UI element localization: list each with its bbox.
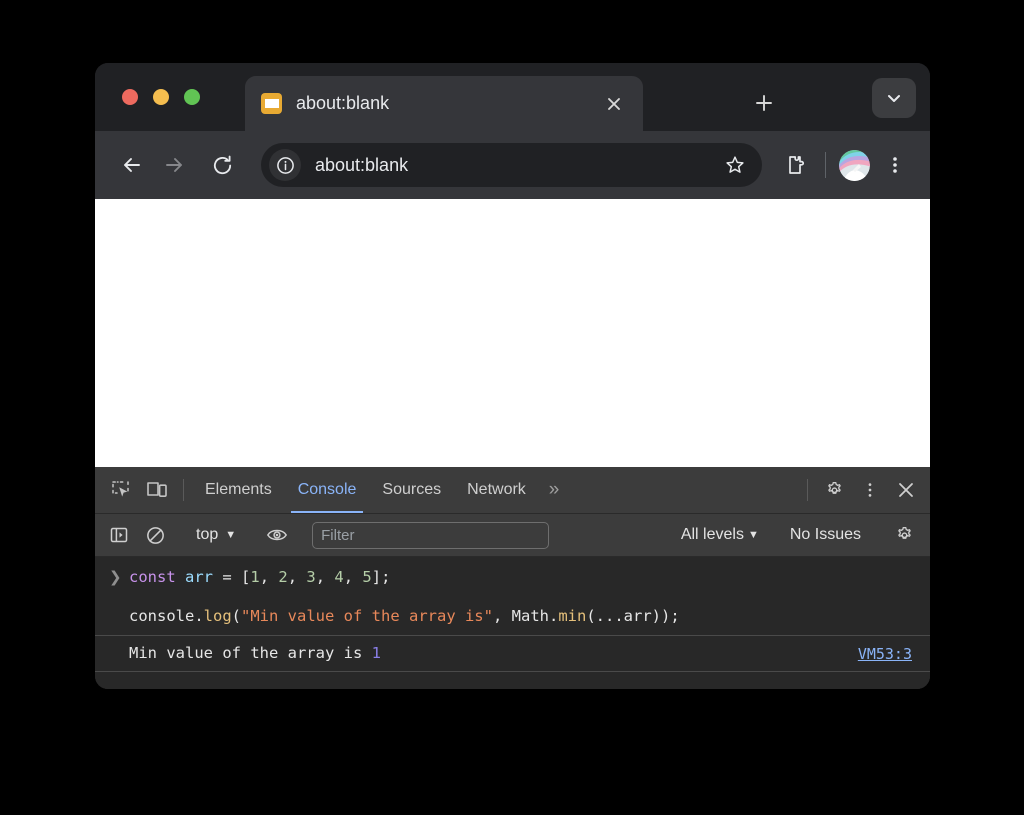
tab-close-icon[interactable]: [597, 87, 631, 121]
devtools-tab-network[interactable]: Network: [454, 467, 539, 513]
live-expression-eye-icon[interactable]: [259, 526, 295, 544]
window-close-button[interactable]: [122, 89, 138, 105]
devtools-more-tabs-icon[interactable]: »: [539, 467, 570, 513]
toolbar-divider: [825, 152, 826, 178]
console-input-row-2[interactable]: console.log("Min value of the array is",…: [95, 594, 930, 635]
chevron-down-icon: ▼: [225, 529, 237, 541]
screenshot-root: about:blank about:blank Elements Console…: [0, 0, 1024, 815]
settings-gear-icon[interactable]: [816, 467, 852, 513]
tabbar-divider-right: [807, 479, 808, 501]
console-toolbar: top ▼ All levels ▼: [95, 514, 930, 557]
browser-tab-about-blank[interactable]: about:blank: [245, 76, 643, 131]
console-context-selector[interactable]: top ▼: [190, 526, 242, 544]
console-filter-input[interactable]: [312, 521, 550, 549]
address-bar-input[interactable]: about:blank: [315, 155, 718, 176]
devtools-tab-console[interactable]: Console: [285, 467, 370, 513]
devtools-tab-elements[interactable]: Elements: [192, 467, 285, 513]
console-input-code-1: const arr = [1, 2, 3, 4, 5];: [129, 568, 391, 586]
window-minimize-button[interactable]: [153, 89, 169, 105]
new-tab-button[interactable]: [745, 84, 783, 122]
devtools-tab-label: Network: [467, 481, 526, 498]
clear-console-icon[interactable]: [137, 525, 173, 546]
window-maximize-button[interactable]: [184, 89, 200, 105]
tabbar-divider: [183, 479, 184, 501]
tab-strip: about:blank: [95, 63, 930, 131]
browser-menu-icon[interactable]: [874, 144, 916, 186]
address-bar[interactable]: about:blank: [261, 143, 762, 187]
tabbar-spacer: [569, 467, 799, 513]
devtools-tab-label: Sources: [382, 481, 442, 498]
console-input-row-1[interactable]: ❯ const arr = [1, 2, 3, 4, 5];: [95, 557, 930, 594]
back-button[interactable]: [111, 144, 153, 186]
profile-avatar[interactable]: [839, 149, 870, 181]
devtools-tab-label: Console: [297, 481, 357, 498]
more-tabs-label: »: [548, 479, 560, 500]
browser-window: about:blank about:blank Elements Console…: [95, 63, 930, 689]
console-log-levels-selector[interactable]: All levels ▼: [675, 526, 765, 544]
devtools-tab-label: Elements: [205, 481, 272, 498]
console-output-value: 1: [371, 644, 381, 662]
console-message-list[interactable]: ❯ const arr = [1, 2, 3, 4, 5]; console.l…: [95, 557, 930, 689]
chevron-down-icon: ▼: [747, 529, 759, 541]
close-devtools-icon[interactable]: [888, 467, 924, 513]
log-levels-value: All levels: [680, 526, 744, 543]
reload-button[interactable]: [201, 144, 243, 186]
device-toolbar-icon[interactable]: [139, 467, 175, 513]
site-info-icon[interactable]: [269, 149, 301, 181]
console-output-message: Min value of the array is 1: [129, 643, 381, 664]
console-sidebar-icon[interactable]: [101, 525, 137, 545]
console-source-link[interactable]: VM53:3: [858, 645, 914, 663]
console-input-code-2: console.log("Min value of the array is",…: [129, 607, 680, 625]
console-output-row[interactable]: Min value of the array is 1 VM53:3: [95, 635, 930, 672]
extensions-icon[interactable]: [774, 144, 816, 186]
bookmark-star-icon[interactable]: [718, 148, 752, 182]
window-traffic-lights: [122, 89, 200, 105]
console-context-value: top: [196, 526, 219, 543]
blank-page-favicon: [261, 93, 282, 114]
console-settings-gear-icon[interactable]: [886, 525, 922, 546]
forward-button[interactable]: [153, 144, 195, 186]
tab-search-button[interactable]: [872, 78, 916, 118]
console-output-text: Min value of the array is: [129, 644, 372, 662]
page-viewport[interactable]: [95, 199, 930, 467]
browser-toolbar: about:blank: [95, 131, 930, 199]
no-issues-button[interactable]: No Issues: [782, 526, 869, 544]
devtools-panel: Elements Console Sources Network » top ▼…: [95, 467, 930, 689]
inspect-element-icon[interactable]: [103, 467, 139, 513]
devtools-tab-sources[interactable]: Sources: [369, 467, 454, 513]
tab-title: about:blank: [296, 93, 390, 113]
console-prompt-arrow: ❯: [109, 568, 122, 586]
more-options-icon[interactable]: [852, 467, 888, 513]
devtools-tab-bar: Elements Console Sources Network »: [95, 467, 930, 514]
